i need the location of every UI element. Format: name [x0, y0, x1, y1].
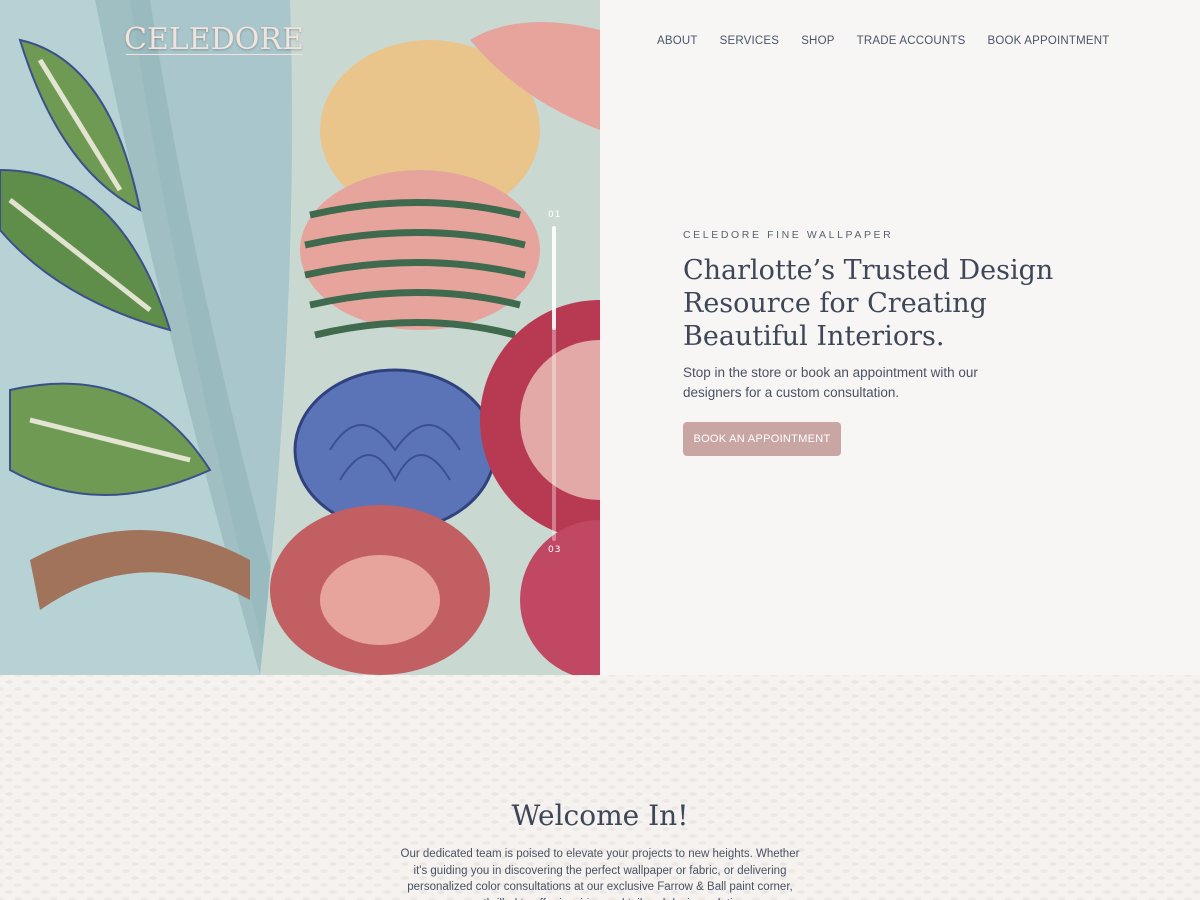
hero-eyebrow: CELEDORE FINE WALLPAPER: [683, 229, 894, 241]
nav-about[interactable]: ABOUT: [657, 35, 698, 47]
nav-services[interactable]: SERVICES: [720, 35, 780, 47]
main-nav: ABOUT SERVICES SHOP TRADE ACCOUNTS BOOK …: [657, 35, 1132, 47]
book-appointment-button[interactable]: BOOK AN APPOINTMENT: [683, 422, 841, 456]
brand-logo[interactable]: CELEDORE: [124, 22, 304, 57]
hero-wallpaper-image: CELEDORE 01 03: [0, 0, 600, 675]
nav-book-appointment[interactable]: BOOK APPOINTMENT: [987, 35, 1109, 47]
nav-trade-accounts[interactable]: TRADE ACCOUNTS: [857, 35, 966, 47]
hero-headline: Charlotte’s Trusted Design Resource for …: [683, 255, 1054, 352]
welcome-section: Welcome In! Our dedicated team is poised…: [0, 675, 1200, 900]
nav-shop[interactable]: SHOP: [801, 35, 834, 47]
hero-slider-progress: [552, 226, 556, 330]
hero-subtext: Stop in the store or book an appointment…: [683, 365, 978, 400]
slider-start-label: 01: [548, 210, 562, 220]
wallpaper-pattern-illustration: [0, 0, 600, 675]
slider-end-label: 03: [548, 545, 562, 555]
welcome-title: Welcome In!: [511, 799, 689, 832]
welcome-body: Our dedicated team is poised to elevate …: [400, 848, 800, 900]
